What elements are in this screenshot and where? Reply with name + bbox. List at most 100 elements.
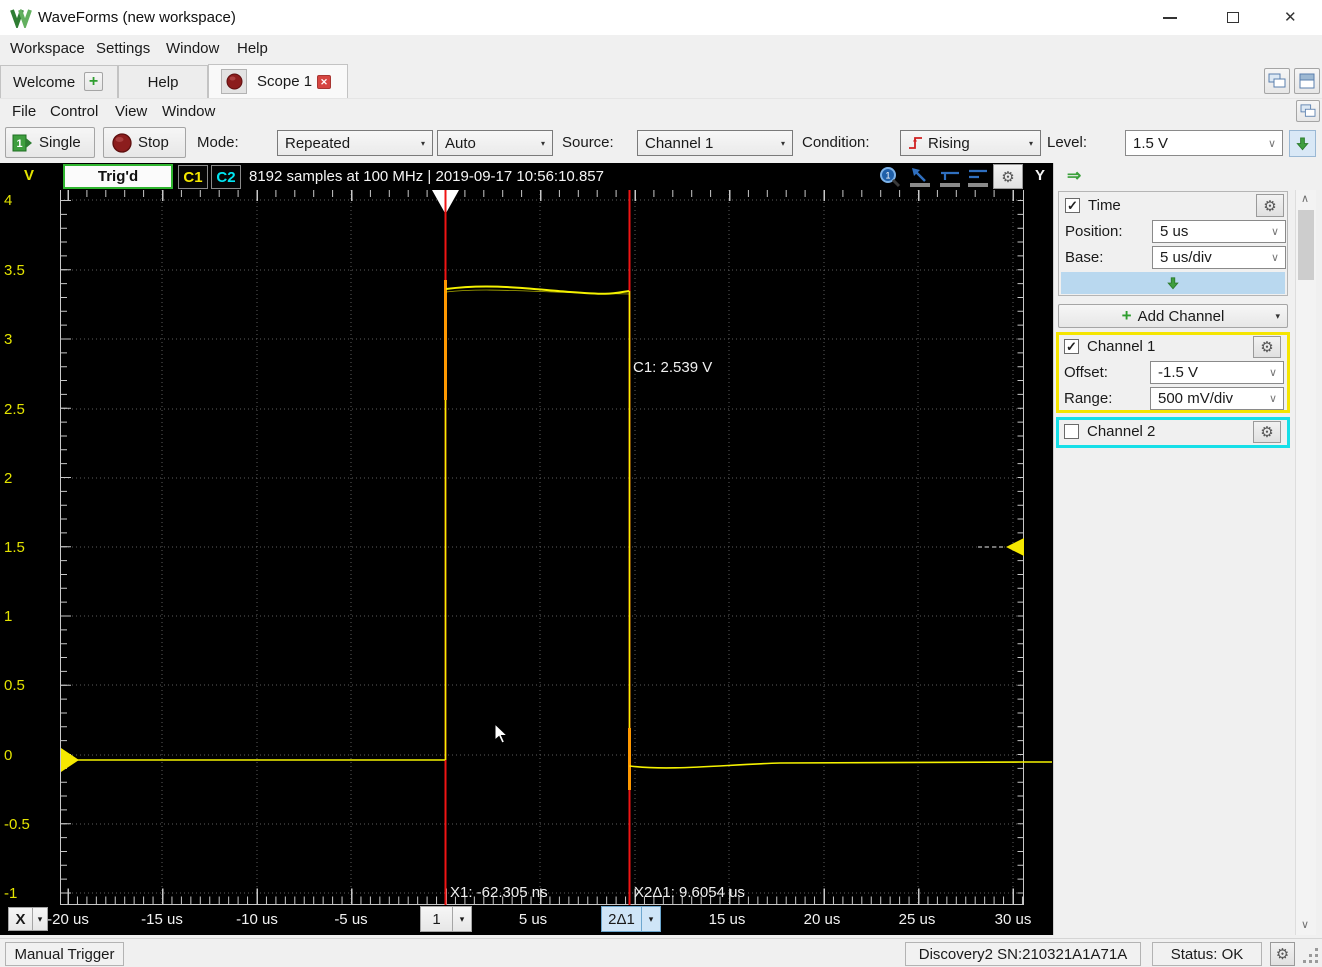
level-input[interactable]: 1.5 V ∨	[1125, 130, 1283, 156]
level-label: Level:	[1047, 134, 1087, 151]
level-apply-button[interactable]	[1289, 130, 1316, 157]
time-apply-bar[interactable]	[1061, 272, 1285, 294]
device-settings-button[interactable]: ⚙	[1270, 942, 1295, 966]
time-base-label: Base:	[1065, 249, 1103, 266]
cursor1-button[interactable]: 1 ▾	[420, 906, 472, 932]
time-settings-button[interactable]: ⚙	[1256, 194, 1284, 217]
mouse-cursor	[494, 723, 510, 745]
channel2-settings-button[interactable]: ⚙	[1253, 421, 1281, 443]
menu-settings[interactable]: Settings	[86, 36, 160, 61]
gear-icon: ⚙	[1276, 945, 1289, 963]
pointer-tool-icon[interactable]	[908, 166, 932, 188]
y-tick-label: -0.5	[4, 816, 30, 833]
collapse-panel-arrow-icon[interactable]: ⇒	[1067, 166, 1081, 186]
add-workspace-button[interactable]: +	[84, 72, 103, 91]
time-position-select[interactable]: 5 us ∨	[1152, 220, 1286, 243]
x-cursors-icon[interactable]	[938, 166, 962, 188]
cascade-windows-button[interactable]	[1264, 68, 1290, 94]
x-tick-label: 30 us	[978, 911, 1048, 928]
y-unit-button[interactable]: V	[24, 167, 34, 184]
channel1-offset-select[interactable]: -1.5 V ∨	[1150, 361, 1284, 384]
y-tick-label: 2.5	[4, 401, 25, 418]
zoom-icon[interactable]: 1	[878, 166, 902, 188]
tab-scope1-close-icon[interactable]: ✕	[317, 75, 331, 89]
channel2-group-label: Channel 2	[1087, 423, 1155, 440]
source-select[interactable]: Channel 1 ▾	[637, 130, 793, 156]
undock-button[interactable]	[1296, 100, 1320, 122]
time-group: ✓ Time ⚙ Position: 5 us ∨ Base: 5 us/div…	[1058, 191, 1288, 296]
channel1-settings-button[interactable]: ⚙	[1253, 336, 1281, 358]
y-tick-label: -1	[4, 885, 17, 902]
mode-label: Mode:	[197, 134, 239, 151]
add-channel-button[interactable]: + Add Channel ▾	[1058, 304, 1288, 328]
menu-window[interactable]: Window	[156, 36, 229, 61]
dropdown-arrow-icon: ▾	[421, 139, 425, 148]
x-tick-label: -20 us	[33, 911, 103, 928]
minimize-button[interactable]	[1163, 17, 1177, 19]
close-button[interactable]: ✕	[1284, 8, 1297, 26]
add-channel-label: Add Channel	[1138, 308, 1225, 325]
channel2-checkbox[interactable]	[1064, 424, 1079, 439]
time-checkbox[interactable]: ✓	[1065, 198, 1080, 213]
condition-select[interactable]: Rising ▾	[900, 130, 1041, 156]
waveform-plot[interactable]	[60, 190, 1053, 905]
channel1-offset-value: -1.5 V	[1158, 364, 1198, 381]
level-value: 1.5 V	[1133, 135, 1168, 152]
manual-trigger-button[interactable]: Manual Trigger	[5, 942, 124, 966]
y-tick-label: 0.5	[4, 677, 25, 694]
cursor2-button[interactable]: 2Δ1 ▾	[601, 906, 661, 932]
status-bar: Manual Trigger Discovery2 SN:210321A1A71…	[0, 938, 1322, 967]
y-tick-label: 0	[4, 747, 12, 764]
channel1-checkbox[interactable]: ✓	[1064, 339, 1079, 354]
tile-windows-button[interactable]	[1294, 68, 1320, 94]
check-icon: ✓	[1066, 339, 1077, 354]
plot-settings-button[interactable]: ⚙	[993, 164, 1023, 189]
panel-scrollbar[interactable]: ∧ ∨	[1295, 190, 1316, 935]
x-axis-bar: X ▾ -20 us -15 us -10 us -5 us 5 us 15 u…	[0, 905, 1053, 935]
right-panel: ⇒ ✓ Time ⚙ Position: 5 us ∨ Base: 5 us/d…	[1053, 163, 1322, 935]
gear-icon: ⚙	[1001, 168, 1014, 186]
title-bar: WaveForms (new workspace) ✕	[0, 0, 1322, 35]
channel2-toggle[interactable]: C2	[211, 165, 241, 189]
channel1-range-select[interactable]: 500 mV/div ∨	[1150, 387, 1284, 410]
menu-help[interactable]: Help	[227, 36, 278, 61]
tile-icon	[1299, 73, 1315, 89]
tab-welcome-label: Welcome	[13, 74, 75, 91]
y-tick-label: 2	[4, 470, 12, 487]
chevron-down-icon: ∨	[1269, 366, 1277, 379]
green-down-arrow-icon	[1295, 136, 1310, 152]
plus-icon: +	[1122, 306, 1132, 326]
maximize-button[interactable]	[1227, 12, 1239, 23]
channel1-offset-label: Offset:	[1064, 364, 1108, 381]
scope-menu-view[interactable]: View	[105, 99, 157, 124]
tab-welcome[interactable]: Welcome +	[0, 65, 118, 98]
single-button[interactable]: 1 Single	[5, 127, 95, 158]
mode-select[interactable]: Repeated ▾	[277, 130, 433, 156]
x-tick-label: 25 us	[882, 911, 952, 928]
green-down-arrow-icon	[1166, 276, 1180, 291]
scroll-up-icon[interactable]: ∧	[1301, 192, 1309, 205]
tab-help[interactable]: Help	[118, 65, 208, 98]
trigger-mode-select[interactable]: Auto ▾	[437, 130, 553, 156]
x-tick-label: 20 us	[787, 911, 857, 928]
y-cursors-icon[interactable]	[966, 166, 990, 188]
scrollbar-thumb[interactable]	[1298, 210, 1314, 280]
scope-status-icon	[221, 69, 247, 94]
gear-icon: ⚙	[1260, 338, 1273, 356]
scope-menu-control[interactable]: Control	[40, 99, 108, 124]
status-button[interactable]: Status: OK	[1152, 942, 1262, 966]
y-axis-name[interactable]: Y	[1035, 167, 1045, 184]
stop-button[interactable]: Stop	[103, 127, 186, 158]
channel1-toggle[interactable]: C1	[178, 165, 208, 189]
window-icon	[1300, 104, 1316, 118]
trigger-status-text: Trig'd	[98, 168, 138, 185]
manual-trigger-label: Manual Trigger	[14, 946, 114, 963]
scroll-down-icon[interactable]: ∨	[1301, 918, 1309, 931]
condition-label: Condition:	[802, 134, 870, 151]
scope-menu-window[interactable]: Window	[152, 99, 225, 124]
device-button[interactable]: Discovery2 SN:210321A1A71A	[905, 942, 1141, 966]
tab-scope1[interactable]: Scope 1 ✕	[208, 64, 348, 98]
resize-grip[interactable]	[1302, 947, 1319, 964]
menu-workspace[interactable]: Workspace	[0, 36, 95, 61]
time-base-select[interactable]: 5 us/div ∨	[1152, 246, 1286, 269]
